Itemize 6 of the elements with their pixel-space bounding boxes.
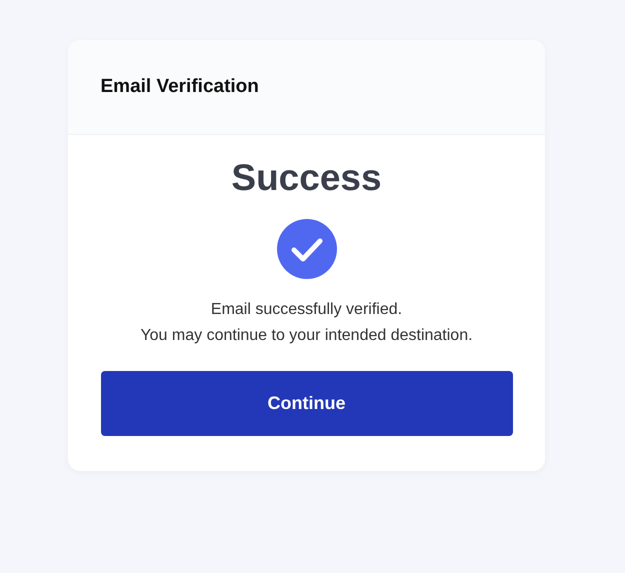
card-title: Email Verification — [100, 76, 259, 98]
checkmark-icon — [276, 219, 336, 279]
status-heading: Success — [231, 157, 382, 199]
continue-button[interactable]: Continue — [100, 371, 512, 436]
status-message: You may continue to your intended destination. — [140, 327, 473, 345]
status-message: Email successfully verified. — [210, 301, 402, 319]
